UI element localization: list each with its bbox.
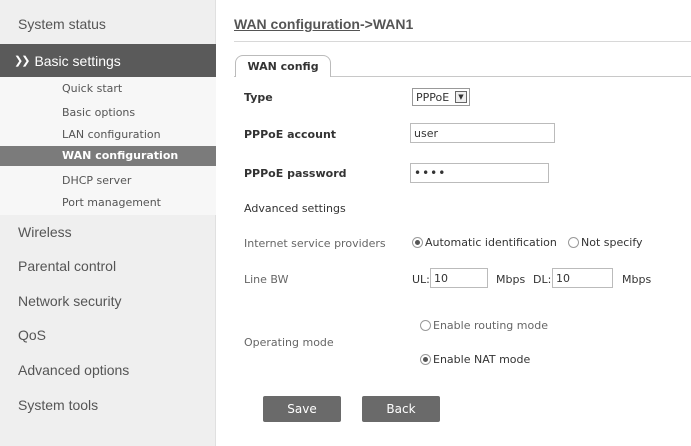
- isp-radio-not-specify-label: Not specify: [581, 236, 643, 249]
- radio-unchecked-icon: [420, 320, 431, 331]
- nav-basic-settings-label: Basic settings: [34, 52, 121, 69]
- submenu-port-management[interactable]: Port management: [62, 196, 161, 209]
- radio-checked-icon: [412, 237, 423, 248]
- nav-basic-settings[interactable]: ❯❯ Basic settings: [0, 44, 216, 77]
- submenu-dhcp-server[interactable]: DHCP server: [62, 174, 131, 187]
- nav-network-security[interactable]: Network security: [18, 293, 121, 309]
- dl-unit: Mbps: [622, 273, 652, 286]
- save-button[interactable]: Save: [263, 396, 341, 422]
- submenu-wan-configuration-label: WAN configuration: [62, 149, 179, 162]
- advanced-settings-label: Advanced settings: [244, 202, 346, 215]
- isp-radio-not-specify[interactable]: Not specify: [568, 236, 643, 249]
- submenu-wan-configuration[interactable]: WAN configuration: [0, 146, 216, 166]
- breadcrumb: WAN configuration->WAN1: [234, 16, 413, 32]
- type-select[interactable]: PPPoE ▼: [412, 88, 470, 106]
- isp-radio-automatic-label: Automatic identification: [425, 236, 557, 249]
- isp-label: Internet service providers: [244, 237, 386, 250]
- nav-qos[interactable]: QoS: [18, 327, 46, 343]
- dl-label: DL:: [533, 273, 552, 286]
- ul-unit: Mbps: [496, 273, 526, 286]
- pppoe-password-input[interactable]: [410, 163, 549, 183]
- submenu-basic-options[interactable]: Basic options: [62, 106, 135, 119]
- mode-radio-routing-label: Enable routing mode: [433, 319, 548, 332]
- ul-label: UL:: [412, 273, 430, 286]
- sidebar: System status ❯❯ Basic settings Quick st…: [0, 0, 216, 446]
- pppoe-account-label: PPPoE account: [244, 128, 337, 141]
- ul-input[interactable]: [430, 268, 488, 288]
- header-divider: [234, 41, 691, 42]
- radio-unchecked-icon: [568, 237, 579, 248]
- nav-system-status[interactable]: System status: [18, 16, 106, 32]
- breadcrumb-separator: ->: [360, 16, 373, 32]
- tab-wan-config[interactable]: WAN config: [235, 55, 331, 77]
- submenu-lan-configuration[interactable]: LAN configuration: [62, 128, 161, 141]
- double-chevron-down-icon: ❯❯: [14, 55, 31, 67]
- back-button[interactable]: Back: [362, 396, 440, 422]
- line-bw-label: Line BW: [244, 273, 289, 286]
- pppoe-password-label: PPPoE password: [244, 167, 347, 180]
- mode-radio-routing[interactable]: Enable routing mode: [420, 319, 548, 332]
- breadcrumb-link-wan-configuration[interactable]: WAN configuration: [234, 16, 360, 32]
- nav-advanced-options[interactable]: Advanced options: [18, 362, 129, 378]
- mode-radio-nat-label: Enable NAT mode: [433, 353, 531, 366]
- dropdown-arrow-icon: ▼: [455, 91, 467, 103]
- nav-parental-control[interactable]: Parental control: [18, 258, 116, 274]
- radio-checked-icon: [420, 354, 431, 365]
- operating-mode-label: Operating mode: [244, 336, 334, 349]
- mode-radio-nat[interactable]: Enable NAT mode: [420, 353, 530, 366]
- breadcrumb-current: WAN1: [372, 16, 414, 32]
- basic-settings-submenu: Quick start Basic options LAN configurat…: [0, 77, 216, 215]
- dl-input[interactable]: [552, 268, 613, 288]
- nav-system-tools[interactable]: System tools: [18, 397, 98, 413]
- isp-radio-automatic[interactable]: Automatic identification: [412, 236, 557, 249]
- nav-wireless[interactable]: Wireless: [18, 224, 72, 240]
- pppoe-account-input[interactable]: [410, 123, 555, 143]
- type-select-value: PPPoE: [416, 90, 450, 104]
- type-label: Type: [244, 91, 273, 104]
- submenu-quick-start[interactable]: Quick start: [62, 82, 122, 95]
